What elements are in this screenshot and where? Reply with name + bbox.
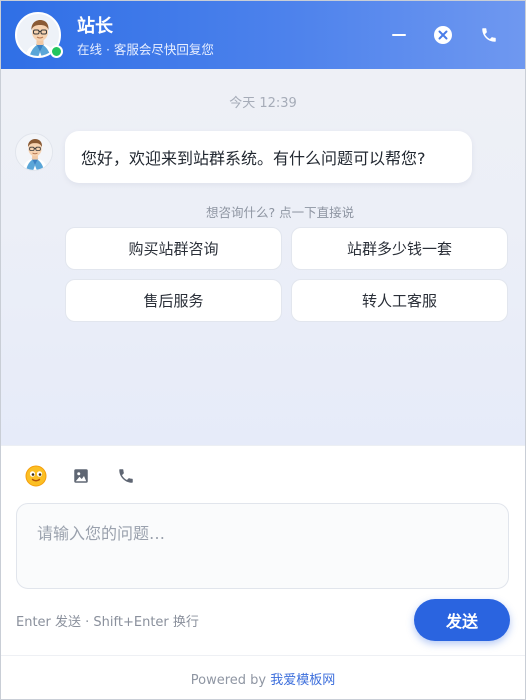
composer: Enter 发送 · Shift+Enter 换行 发送 — [1, 445, 525, 655]
emoji-icon — [25, 465, 47, 487]
chat-widget: 站长 在线 · 客服会尽快回复您 今天 12:39 您好，欢迎来到站群系统。有什… — [0, 0, 526, 700]
phone-icon — [482, 28, 496, 42]
quick-reply-button[interactable]: 站群多少钱一套 — [291, 227, 508, 270]
minimize-icon — [392, 34, 406, 36]
image-icon — [74, 469, 88, 483]
close-button[interactable] — [431, 23, 455, 47]
quick-reply-hint: 想咨询什么? 点一下直接说 — [206, 205, 355, 220]
emoji-button[interactable] — [24, 464, 48, 488]
close-icon — [434, 26, 452, 44]
agent-name: 站长 — [77, 16, 113, 37]
phone-icon — [119, 469, 133, 483]
message-timestamp: 今天 12:39 — [229, 96, 297, 111]
minimize-button[interactable] — [387, 23, 411, 47]
message-input[interactable] — [16, 503, 509, 589]
agent-status: 在线 · 客服会尽快回复您 — [77, 42, 214, 57]
bot-message-bubble: 您好，欢迎来到站群系统。有什么问题可以帮您? — [65, 131, 472, 183]
footer: Powered by 我爱模板网 — [1, 655, 525, 699]
keyboard-hint: Enter 发送 · Shift+Enter 换行 — [16, 615, 199, 630]
powered-by-label: Powered by — [190, 673, 267, 688]
bot-avatar — [15, 133, 53, 171]
phone-button[interactable] — [114, 464, 138, 488]
chat-header: 站长 在线 · 客服会尽快回复您 — [1, 1, 525, 69]
quick-reply-button[interactable]: 购买站群咨询 — [65, 227, 282, 270]
online-status-dot — [50, 45, 63, 58]
image-button[interactable] — [69, 464, 93, 488]
call-button[interactable] — [477, 23, 501, 47]
brand-link[interactable]: 我爱模板网 — [270, 673, 335, 688]
quick-reply-button[interactable]: 售后服务 — [65, 279, 282, 322]
send-button[interactable]: 发送 — [414, 599, 510, 641]
quick-reply-button[interactable]: 转人工客服 — [291, 279, 508, 322]
chat-messages: 今天 12:39 您好，欢迎来到站群系统。有什么问题可以帮您? 想咨询什么? 点… — [1, 69, 525, 445]
